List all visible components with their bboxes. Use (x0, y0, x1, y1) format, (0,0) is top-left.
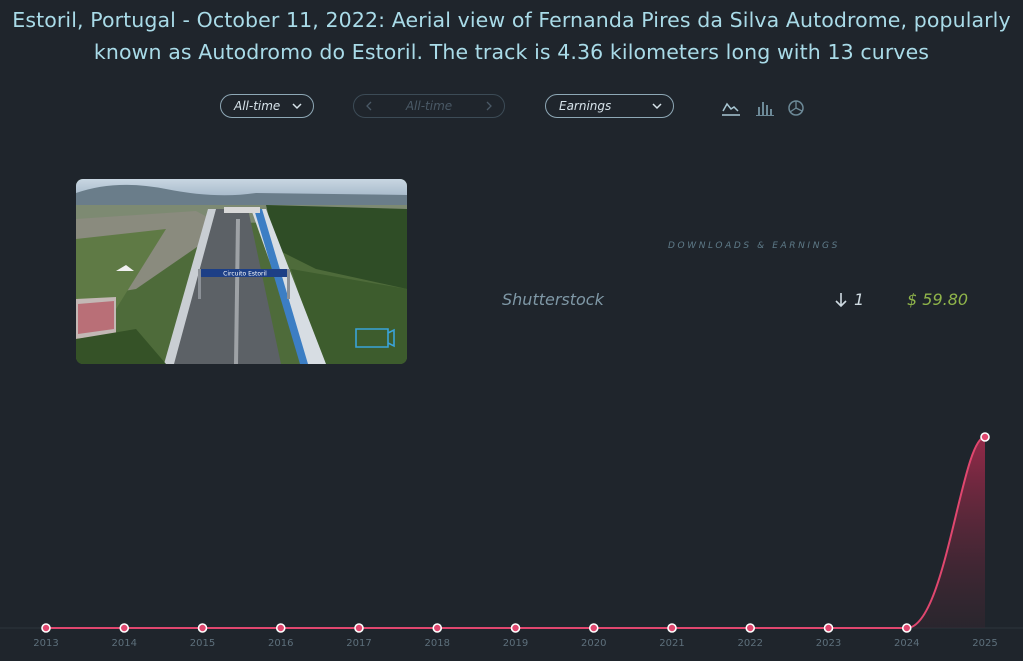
chevron-right-icon[interactable] (483, 100, 495, 112)
download-count: 1 (834, 290, 864, 309)
chevron-left-icon[interactable] (363, 100, 375, 112)
arrow-down-icon (835, 292, 847, 307)
metric-select-label: Earnings (559, 99, 612, 113)
x-tick-label: 2013 (33, 638, 58, 649)
data-point-2015[interactable] (197, 623, 208, 633)
pie-chart-icon[interactable] (786, 98, 806, 118)
x-tick-label: 2015 (190, 638, 215, 649)
earnings-value: $ 59.80 (907, 290, 969, 309)
x-tick-label: 2022 (738, 638, 763, 649)
metric-select[interactable]: Earnings (545, 94, 674, 118)
data-point-2019[interactable] (510, 623, 521, 633)
aerial-track-image[interactable]: Circuito Estoril (76, 179, 407, 364)
chevron-down-icon (652, 103, 662, 110)
data-point-2018[interactable] (432, 623, 443, 633)
data-point-2013[interactable] (41, 623, 51, 633)
chevron-down-icon (292, 103, 302, 110)
data-point-2023[interactable] (823, 623, 834, 633)
downloads-header: DOWNLOADS & EARNINGS (668, 241, 840, 251)
data-point-2022[interactable] (745, 623, 756, 633)
agency-name: Shutterstock (502, 290, 604, 309)
data-point-2025[interactable] (980, 432, 990, 442)
data-point-2020[interactable] (588, 623, 599, 633)
data-point-2021[interactable] (667, 623, 677, 633)
x-tick-label: 2014 (112, 638, 137, 649)
data-point-2014[interactable] (119, 623, 130, 633)
earnings-area (46, 437, 985, 628)
x-tick-label: 2017 (346, 638, 371, 649)
data-point-2016[interactable] (275, 623, 286, 633)
page-title: Estoril, Portugal - October 11, 2022: Ae… (12, 8, 1011, 64)
earnings-line (46, 436, 986, 629)
range-select-label: All-time (405, 99, 453, 113)
x-tick-label: 2025 (972, 638, 997, 649)
track-photo: Circuito Estoril (76, 179, 407, 364)
earnings-chart: 2013 2014 2015 2016 2017 2018 2019 2020 2021 2022… (0, 432, 1023, 649)
x-tick-label: 2019 (503, 638, 528, 649)
data-point-2024[interactable] (901, 623, 912, 633)
range-select[interactable]: All-time (353, 94, 505, 118)
x-tick-label: 2023 (816, 638, 841, 649)
x-tick-label: 2024 (894, 638, 919, 649)
circuit-sign: Circuito Estoril (223, 271, 267, 278)
controls-bar: All-time All-time Earnings (0, 94, 1023, 122)
x-tick-label: 2020 (581, 638, 606, 649)
x-tick-label: 2018 (425, 638, 450, 649)
data-point-2017[interactable] (354, 623, 364, 633)
bar-chart-icon[interactable] (755, 98, 775, 118)
period-select-label: All-time (234, 99, 281, 113)
x-tick-label: 2021 (659, 638, 684, 649)
x-tick-label: 2016 (268, 638, 293, 649)
download-count-value: 1 (854, 290, 865, 309)
line-chart-icon[interactable] (721, 98, 741, 118)
period-select[interactable]: All-time (220, 94, 314, 118)
